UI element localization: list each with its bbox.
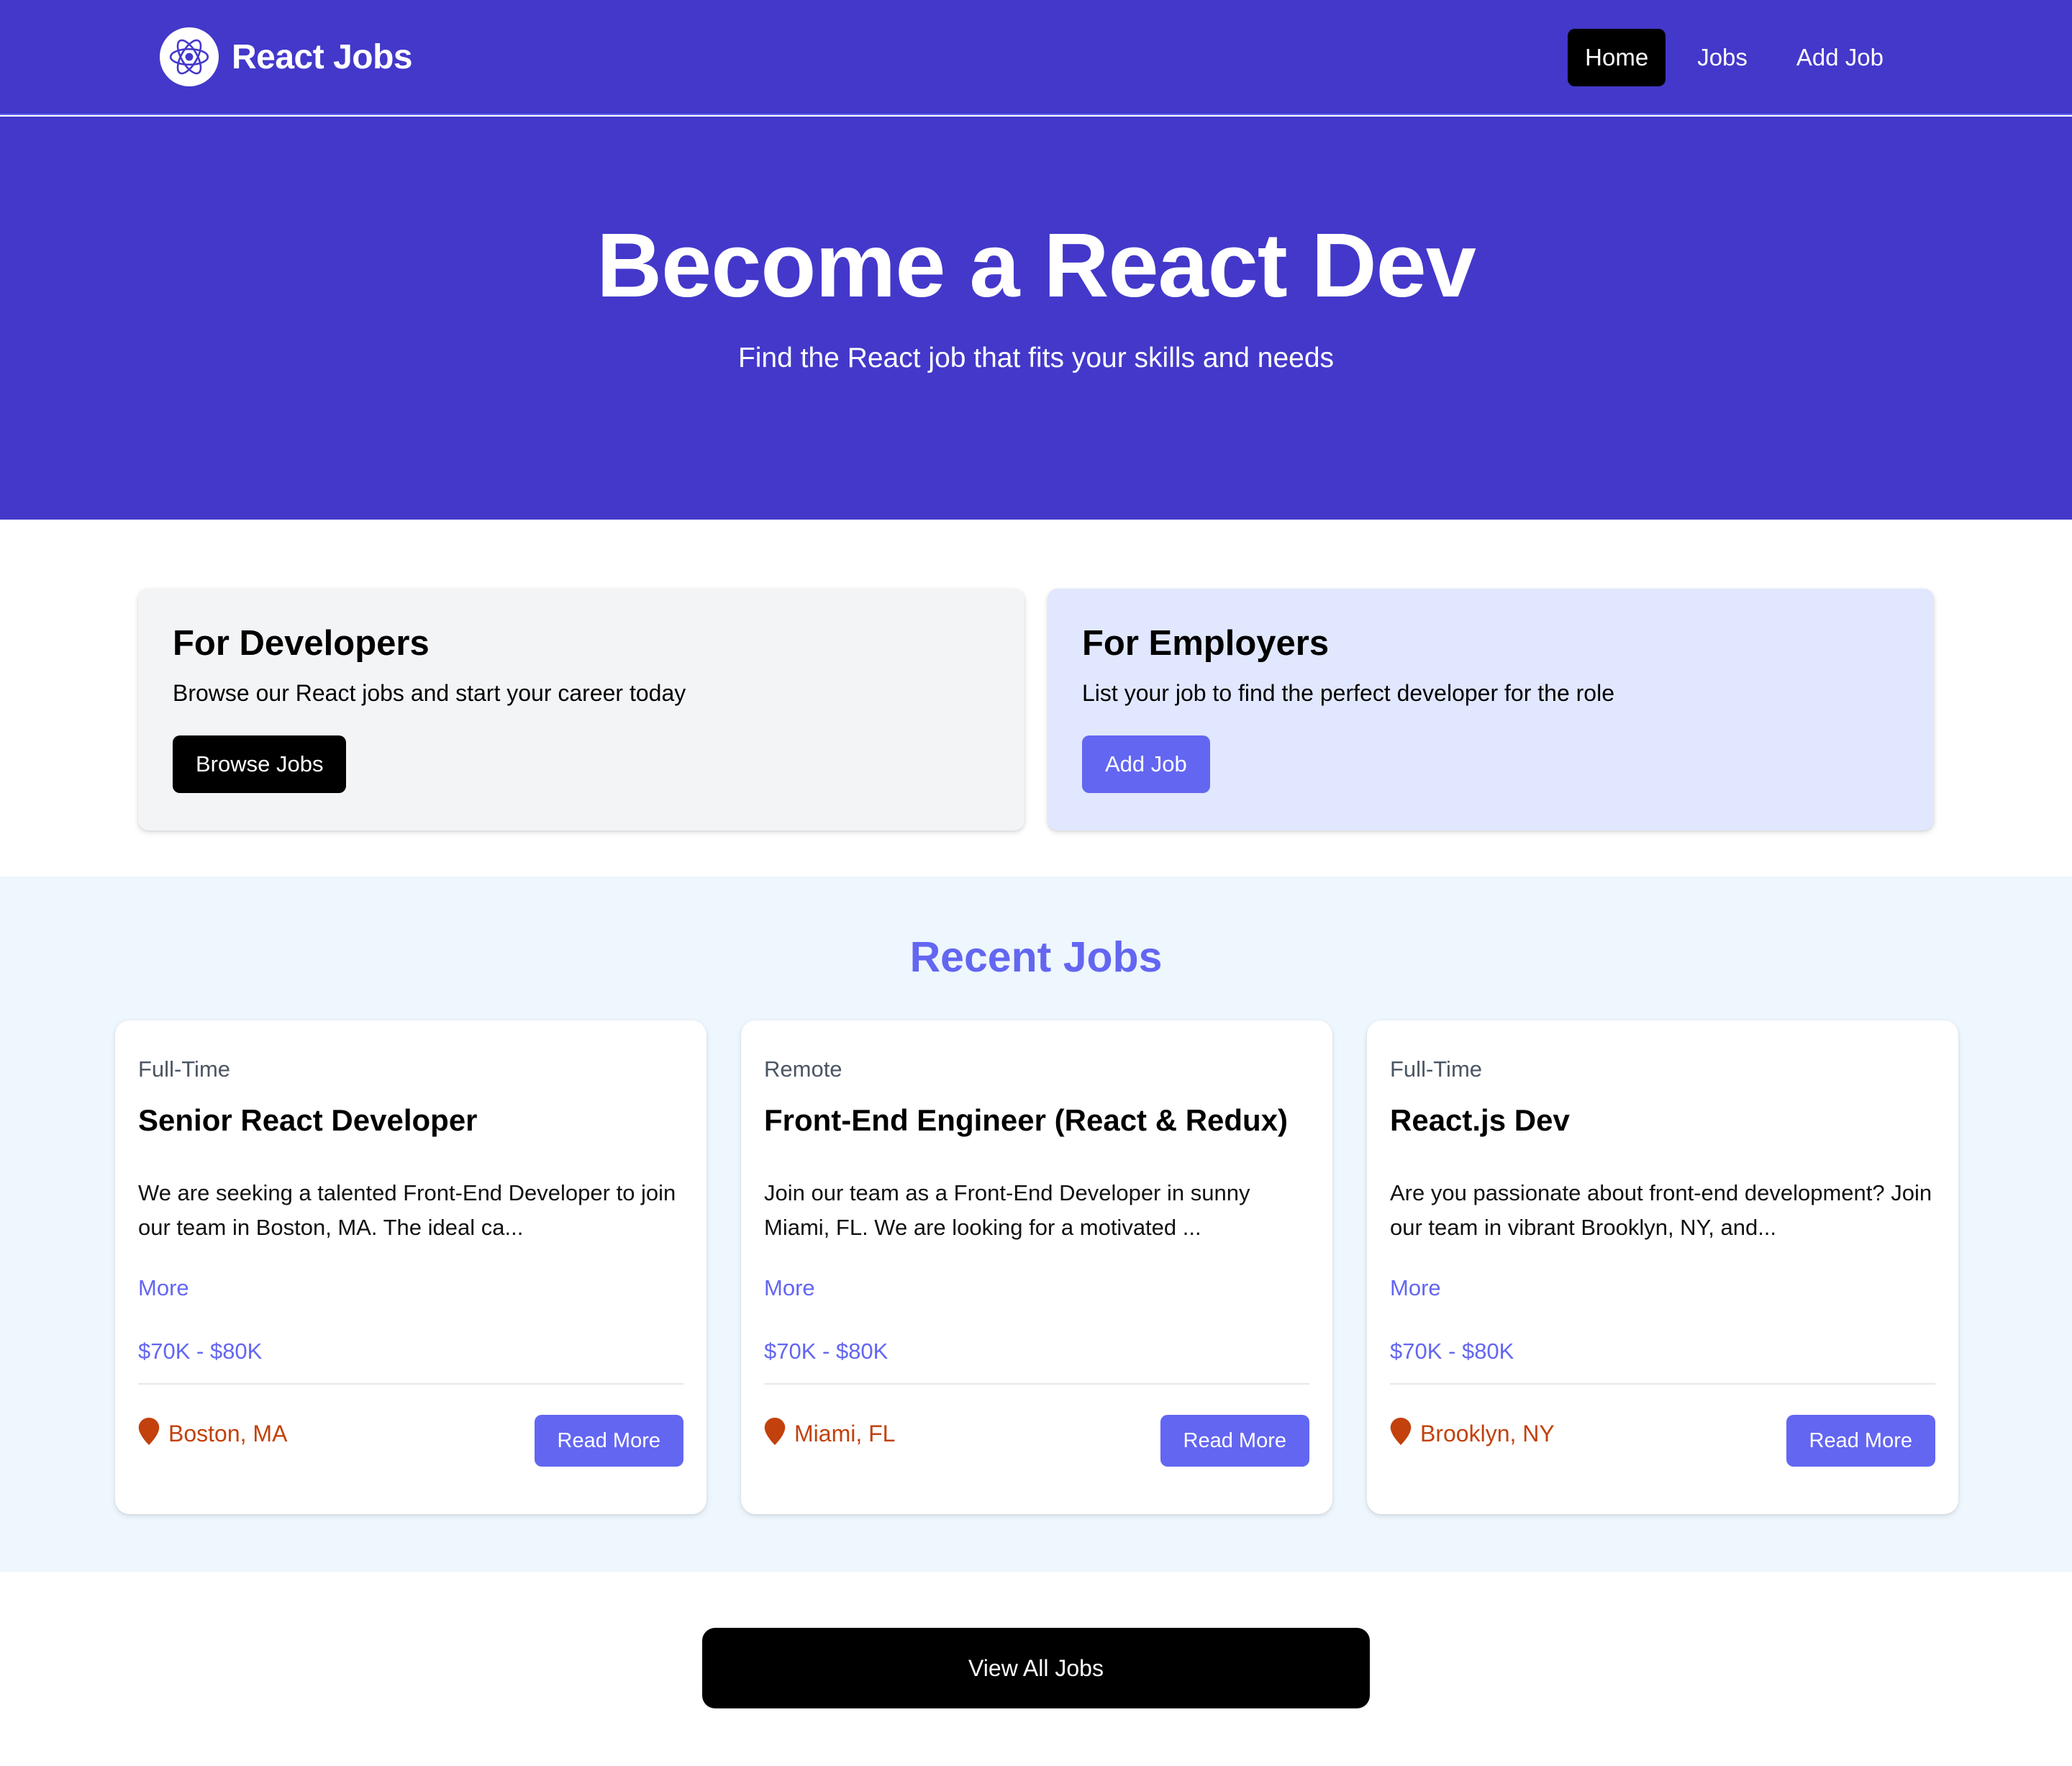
- add-job-button[interactable]: Add Job: [1082, 735, 1210, 794]
- brand-name: React Jobs: [232, 37, 413, 76]
- react-atom-icon: [160, 27, 219, 86]
- map-pin-icon: [764, 1418, 786, 1449]
- job-description: Are you passionate about front-end devel…: [1390, 1180, 1932, 1240]
- job-location: Brooklyn, NY: [1390, 1418, 1555, 1449]
- job-description: We are seeking a talented Front-End Deve…: [138, 1180, 676, 1240]
- job-title: React.js Dev: [1390, 1103, 1570, 1137]
- job-card: Full-Time Senior React Developer We are …: [115, 1020, 706, 1514]
- nav-link-jobs[interactable]: Jobs: [1680, 29, 1765, 86]
- nav-link-add-job[interactable]: Add Job: [1779, 29, 1901, 86]
- job-location-text: Miami, FL: [794, 1420, 896, 1446]
- job-salary: $70K - $80K: [764, 1339, 889, 1364]
- read-more-button[interactable]: Read More: [1786, 1415, 1935, 1467]
- recent-jobs-section: Recent Jobs Full-Time Senior React Devel…: [0, 877, 2072, 1572]
- job-salary: $70K - $80K: [138, 1339, 263, 1364]
- job-more-link[interactable]: More: [1390, 1277, 1441, 1299]
- job-divider: [1390, 1383, 1935, 1385]
- read-more-button[interactable]: Read More: [534, 1415, 683, 1467]
- job-location: Boston, MA: [138, 1418, 287, 1449]
- brand-link[interactable]: React Jobs: [160, 27, 413, 86]
- employers-card-title: For Employers: [1082, 624, 1330, 663]
- job-location-text: Brooklyn, NY: [1420, 1420, 1555, 1446]
- developers-card-text: Browse our React jobs and start your car…: [173, 679, 686, 706]
- job-type: Full-Time: [1390, 1056, 1483, 1082]
- read-more-button[interactable]: Read More: [1160, 1415, 1309, 1467]
- recent-jobs-title: Recent Jobs: [909, 933, 1163, 981]
- job-type: Full-Time: [138, 1056, 231, 1082]
- job-location: Miami, FL: [764, 1418, 895, 1449]
- hero-subtitle: Find the React job that fits your skills…: [737, 343, 1335, 373]
- employers-card: For Employers List your job to find the …: [1048, 589, 1934, 830]
- map-pin-icon: [138, 1418, 160, 1449]
- employers-card-text: List your job to find the perfect develo…: [1082, 679, 1614, 706]
- nav-links: Home Jobs Add Job: [1568, 29, 1901, 86]
- nav-link-home[interactable]: Home: [1568, 29, 1666, 86]
- developers-card-title: For Developers: [173, 624, 430, 663]
- job-more-link[interactable]: More: [764, 1277, 815, 1299]
- job-card: Remote Front-End Engineer (React & Redux…: [741, 1020, 1332, 1514]
- job-card: Full-Time React.js Dev Are you passionat…: [1367, 1020, 1958, 1514]
- view-all-jobs-button[interactable]: View All Jobs: [702, 1628, 1370, 1708]
- job-title: Senior React Developer: [138, 1103, 478, 1137]
- job-salary: $70K - $80K: [1390, 1339, 1514, 1364]
- cta-section: For Developers Browse our React jobs and…: [0, 520, 2072, 877]
- job-divider: [138, 1383, 683, 1385]
- hero-title: Become a React Dev: [596, 214, 1476, 316]
- job-type: Remote: [764, 1056, 842, 1082]
- developers-card: For Developers Browse our React jobs and…: [138, 589, 1024, 830]
- job-location-text: Boston, MA: [168, 1420, 288, 1446]
- job-divider: [764, 1383, 1309, 1385]
- map-pin-icon: [1390, 1418, 1412, 1449]
- hero-section: Become a React Dev Find the React job th…: [0, 117, 2072, 520]
- navbar: React Jobs Home Jobs Add Job: [0, 0, 2072, 115]
- browse-jobs-button[interactable]: Browse Jobs: [173, 735, 347, 794]
- job-description: Join our team as a Front-End Developer i…: [764, 1180, 1250, 1240]
- job-title: Front-End Engineer (React & Redux): [764, 1103, 1289, 1137]
- job-more-link[interactable]: More: [138, 1277, 189, 1299]
